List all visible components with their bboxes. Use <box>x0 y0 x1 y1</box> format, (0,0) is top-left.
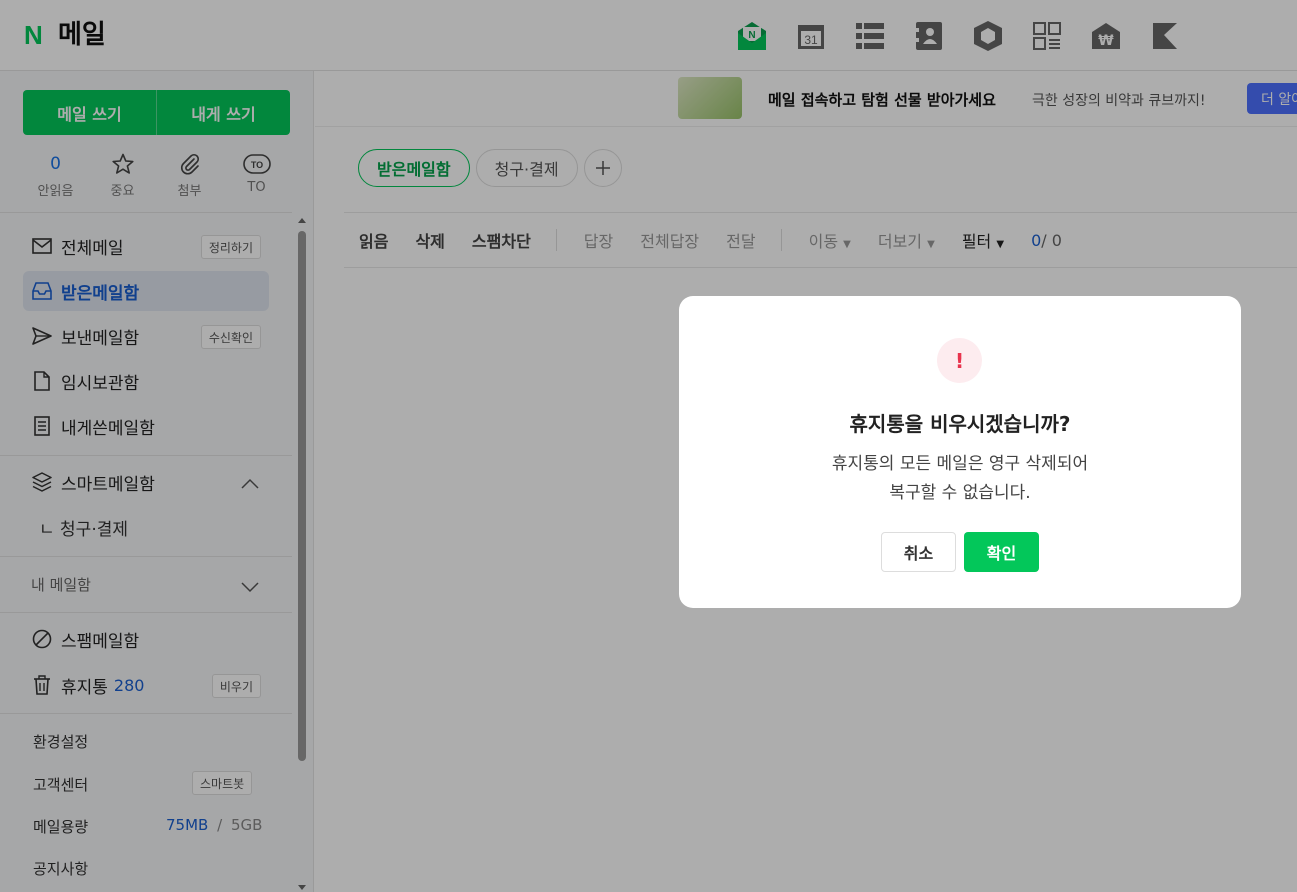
cancel-button[interactable]: 취소 <box>881 532 956 572</box>
dialog-buttons: 취소 확인 <box>881 532 1039 572</box>
alert-icon: ! <box>937 338 982 383</box>
dialog-message: 휴지통의 모든 메일은 영구 삭제되어 복구할 수 없습니다. <box>679 450 1241 508</box>
confirm-button[interactable]: 확인 <box>964 532 1039 572</box>
dialog-title: 휴지통을 비우시겠습니까? <box>849 412 1071 436</box>
dialog-message-line: 복구할 수 없습니다. <box>889 483 1031 503</box>
empty-trash-dialog: ! 휴지통을 비우시겠습니까? 휴지통의 모든 메일은 영구 삭제되어 복구할 … <box>679 296 1241 608</box>
dialog-message-line: 휴지통의 모든 메일은 영구 삭제되어 <box>831 454 1089 474</box>
